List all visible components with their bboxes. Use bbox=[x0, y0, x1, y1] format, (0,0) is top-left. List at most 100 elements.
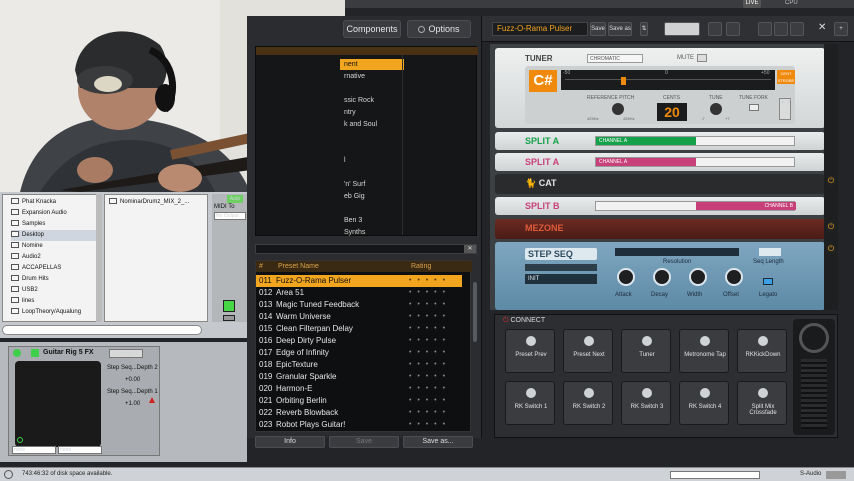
param-2-value[interactable]: +1.00 bbox=[125, 401, 140, 407]
connect-knob[interactable] bbox=[642, 388, 652, 398]
step-seq-init-select[interactable]: INIT bbox=[525, 274, 597, 284]
mezone-module[interactable]: MEZONE bbox=[495, 219, 825, 239]
split-a-module-1[interactable]: SPLIT A CHANNEL A bbox=[495, 132, 825, 150]
bank-item[interactable] bbox=[341, 167, 401, 178]
file-item[interactable]: NominarDrumz_MIX_2_... bbox=[109, 198, 189, 205]
step-seq-knob[interactable] bbox=[653, 268, 671, 286]
folder-item[interactable]: Phat Knacka bbox=[11, 197, 56, 208]
col-rating-header[interactable]: Rating bbox=[411, 261, 431, 272]
bank-item[interactable] bbox=[341, 143, 401, 154]
preset-scrollbar[interactable] bbox=[472, 260, 478, 432]
bank-item[interactable] bbox=[341, 203, 401, 214]
preset-row[interactable]: 022 Reverb Blowback • • • • • bbox=[256, 407, 462, 419]
preset-row[interactable]: 023 Robot Plays Guitar! • • • • • bbox=[256, 419, 462, 431]
keyboard-icon[interactable] bbox=[664, 22, 700, 36]
info-button[interactable]: Info bbox=[255, 436, 325, 448]
step-seq-module[interactable]: STEP SEQ INIT Resolution Seq Length Atta… bbox=[495, 242, 825, 310]
connect-control[interactable]: Preset Next bbox=[563, 329, 613, 373]
midi-output-select[interactable]: No Output bbox=[214, 212, 246, 220]
folder-item[interactable]: Samples bbox=[11, 219, 45, 230]
bank-item[interactable]: ntry bbox=[341, 107, 401, 118]
connect-control[interactable]: Metronome Tap bbox=[679, 329, 729, 373]
seq-length-stepper[interactable] bbox=[759, 248, 781, 256]
preset-row[interactable]: 011 Fuzz-O-Rama Pulser • • • • • bbox=[256, 275, 462, 287]
legato-toggle[interactable] bbox=[763, 278, 773, 285]
connect-control[interactable]: Split Mix Crossfade bbox=[737, 381, 787, 425]
tuner-mode-select[interactable]: CHROMATIC bbox=[587, 54, 643, 63]
bank-item[interactable] bbox=[341, 83, 401, 94]
clear-search-icon[interactable]: ✕ bbox=[464, 245, 476, 253]
connect-control[interactable]: Tuner bbox=[621, 329, 671, 373]
folder-item[interactable]: Expansion Audio bbox=[11, 208, 67, 219]
bank-item[interactable]: Ben 3 bbox=[341, 215, 401, 226]
auto-button[interactable]: Auto bbox=[227, 195, 243, 203]
connect-knob[interactable] bbox=[584, 336, 594, 346]
folder-item[interactable]: USB2 bbox=[11, 285, 38, 296]
tune-knob[interactable] bbox=[710, 103, 722, 115]
folder-list[interactable]: Phat Knacka Expansion Audio Samples Desktop… bbox=[2, 194, 100, 322]
bank-item[interactable]: 'n' Surf bbox=[341, 179, 401, 190]
ref-pitch-knob[interactable] bbox=[612, 103, 624, 115]
connect-knob[interactable] bbox=[584, 388, 594, 398]
chain-select-1[interactable]: none bbox=[12, 446, 56, 454]
live-indicator[interactable]: LIVE bbox=[743, 0, 761, 8]
connect-control[interactable]: RK Switch 1 bbox=[505, 381, 555, 425]
connect-control[interactable]: Preset Prev bbox=[505, 329, 555, 373]
xy-pad[interactable] bbox=[15, 361, 101, 447]
header-save-button[interactable]: Save bbox=[590, 22, 606, 36]
device-state-icon[interactable] bbox=[31, 349, 39, 357]
connect-knob[interactable] bbox=[758, 336, 768, 346]
resolution-selector[interactable] bbox=[615, 248, 739, 256]
connect-control[interactable]: RKKickDown bbox=[737, 329, 787, 373]
tuner-module[interactable]: TUNER CHROMATIC MUTE C# -50 0 +50 CENT S… bbox=[495, 48, 825, 128]
add-module-icon[interactable]: + bbox=[834, 22, 848, 36]
bank-item[interactable]: ssic Rock bbox=[341, 95, 401, 106]
folder-item[interactable]: Drum Hits bbox=[11, 274, 49, 285]
rotate-icon[interactable] bbox=[790, 22, 804, 36]
post-icon[interactable] bbox=[774, 22, 788, 36]
bank-item[interactable]: eb Gig bbox=[341, 191, 401, 202]
preset-stepper[interactable]: ⇅ bbox=[640, 22, 648, 36]
components-tab[interactable]: Components bbox=[343, 20, 401, 38]
connect-knob[interactable] bbox=[642, 336, 652, 346]
browser-search-input[interactable] bbox=[2, 325, 202, 335]
pre-fx-icon[interactable] bbox=[708, 22, 722, 36]
cent-strobe-button[interactable]: CENT STROBE bbox=[777, 70, 795, 84]
bank-item[interactable]: l bbox=[341, 155, 401, 166]
rack-scrollbar[interactable]: ⏻ ⏻ ⏻ bbox=[824, 44, 838, 310]
chain-select-2[interactable]: none bbox=[58, 446, 102, 454]
folder-scrollbar[interactable] bbox=[96, 194, 102, 322]
save-preset-button[interactable]: Save bbox=[329, 436, 399, 448]
preset-row[interactable]: 013 Magic Tuned Feedback • • • • • bbox=[256, 299, 462, 311]
mute-toggle[interactable] bbox=[697, 54, 707, 62]
tune-fork-toggle[interactable] bbox=[749, 104, 759, 111]
folder-item[interactable]: LoopTheory/Aqualung bbox=[11, 307, 81, 318]
arrow-icon[interactable] bbox=[4, 470, 13, 479]
preset-row[interactable]: 018 EpicTexture • • • • • bbox=[256, 359, 462, 371]
file-list[interactable]: NominarDrumz_MIX_2_... bbox=[104, 194, 208, 322]
step-seq-knob[interactable] bbox=[689, 268, 707, 286]
preset-scroll-thumb[interactable] bbox=[473, 282, 477, 342]
power-icon[interactable]: ⏻ bbox=[826, 244, 836, 254]
connect-knob[interactable] bbox=[526, 388, 536, 398]
preset-row[interactable]: 019 Granular Sparkle • • • • • bbox=[256, 371, 462, 383]
configure-button[interactable]: Configure bbox=[109, 349, 143, 358]
post-fx-icon[interactable] bbox=[758, 22, 772, 36]
step-seq-knob[interactable] bbox=[725, 268, 743, 286]
bank-item[interactable]: k and Soul bbox=[341, 119, 401, 130]
preset-row[interactable]: 014 Warm Universe • • • • • bbox=[256, 311, 462, 323]
connect-control[interactable]: RK Switch 2 bbox=[563, 381, 613, 425]
power-icon[interactable]: ⏻ bbox=[826, 222, 836, 232]
connect-knob[interactable] bbox=[700, 388, 710, 398]
record-arm-button[interactable] bbox=[223, 300, 235, 312]
preset-row[interactable]: 021 Orbiting Berlin • • • • • bbox=[256, 395, 462, 407]
bank-item[interactable] bbox=[341, 131, 401, 142]
folder-item[interactable]: Nomine bbox=[11, 241, 43, 252]
col-number-header[interactable]: # bbox=[259, 261, 263, 272]
step-seq-slider[interactable] bbox=[525, 264, 597, 271]
preset-row[interactable]: 016 Deep Dirty Pulse • • • • • bbox=[256, 335, 462, 347]
current-preset-name[interactable]: Fuzz-O-Rama Pulser bbox=[492, 22, 588, 36]
preset-row[interactable]: 020 Harmon-E • • • • • bbox=[256, 383, 462, 395]
step-seq-knob[interactable] bbox=[617, 268, 635, 286]
connect-control[interactable]: RK Switch 3 bbox=[621, 381, 671, 425]
